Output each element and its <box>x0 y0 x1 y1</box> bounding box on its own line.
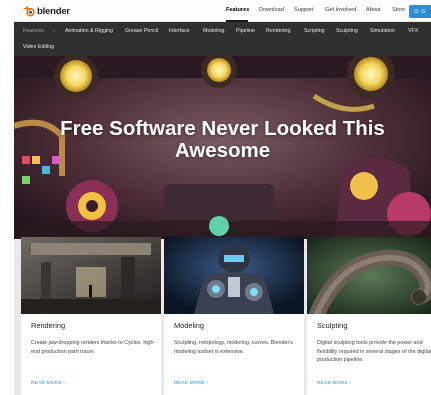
feature-card-rendering[interactable]: Rendering Create jaw-dropping renders th… <box>21 237 161 395</box>
get-blender-label: G <box>421 8 426 15</box>
hero-title-line2: Awesome <box>174 139 271 162</box>
card-title: Sculpting <box>317 321 348 330</box>
subnav-video-editing[interactable]: Video Editing <box>23 44 54 50</box>
sculpting-thumbnail <box>307 237 431 314</box>
nav-features[interactable]: Features <box>226 7 249 13</box>
subnav-simulation[interactable]: Simulation <box>370 28 395 34</box>
nav-about[interactable]: About <box>366 7 381 13</box>
subnav-interface[interactable]: Interface <box>169 28 190 34</box>
get-blender-button[interactable]: ⊙ G <box>409 5 431 18</box>
subnav-grease-pencil[interactable]: Grease Pencil <box>125 28 158 34</box>
hero-title-line1: Free Software Never Looked This <box>60 117 385 140</box>
nav-store[interactable]: Store <box>392 7 405 13</box>
feature-card-modeling[interactable]: Modeling Sculpting, retopology, modeling… <box>164 237 304 395</box>
modeling-thumbnail <box>164 237 304 314</box>
brand-name: blender <box>37 5 70 17</box>
subnav-sculpting[interactable]: Sculpting <box>336 28 358 34</box>
subnav-vfx[interactable]: VFX <box>408 28 418 34</box>
read-more-link[interactable]: READ MORE › <box>317 381 351 386</box>
feature-card-sculpting[interactable]: Sculpting Digital sculpting tools provid… <box>307 237 431 395</box>
download-icon: ⊙ <box>414 9 420 15</box>
read-more-link[interactable]: READ MORE › <box>174 381 208 386</box>
read-more-link[interactable]: READ MORE › <box>31 381 65 386</box>
subnav-scripting[interactable]: Scripting <box>304 28 325 34</box>
subnav-animation-rigging[interactable]: Animation & Rigging <box>65 28 113 34</box>
hero-banner: Free Software Never Looked This Awesome <box>14 56 431 239</box>
card-description: Create jaw-dropping renders thanks to Cy… <box>31 340 156 355</box>
breadcrumb-separator: › <box>53 28 55 34</box>
nav-download[interactable]: Download <box>259 7 284 13</box>
hero-title: Free Software Never Looked This Awesome <box>14 118 431 162</box>
top-navbar: blender Features Download Support Get In… <box>14 0 431 22</box>
card-title: Rendering <box>31 321 66 330</box>
page: blender Features Download Support Get In… <box>14 0 431 395</box>
rendering-thumbnail <box>21 237 161 314</box>
subnav-pipeline[interactable]: Pipeline <box>236 28 255 34</box>
blender-logo-icon <box>23 6 35 17</box>
card-title: Modeling <box>174 321 204 330</box>
subnav-rendering[interactable]: Rendering <box>266 28 290 34</box>
subnav-modeling[interactable]: Modeling <box>203 28 225 34</box>
features-subnav: Features › Animation & Rigging Grease Pe… <box>14 22 431 56</box>
subnav-features[interactable]: Features <box>23 28 44 34</box>
blender-logo[interactable]: blender <box>22 5 70 17</box>
card-description: Digital sculpting tools provide the powe… <box>317 340 431 364</box>
nav-get-involved[interactable]: Get Involved <box>325 7 356 13</box>
card-description: Sculpting, retopology, modeling, curves.… <box>174 340 293 355</box>
nav-support[interactable]: Support <box>294 7 314 13</box>
